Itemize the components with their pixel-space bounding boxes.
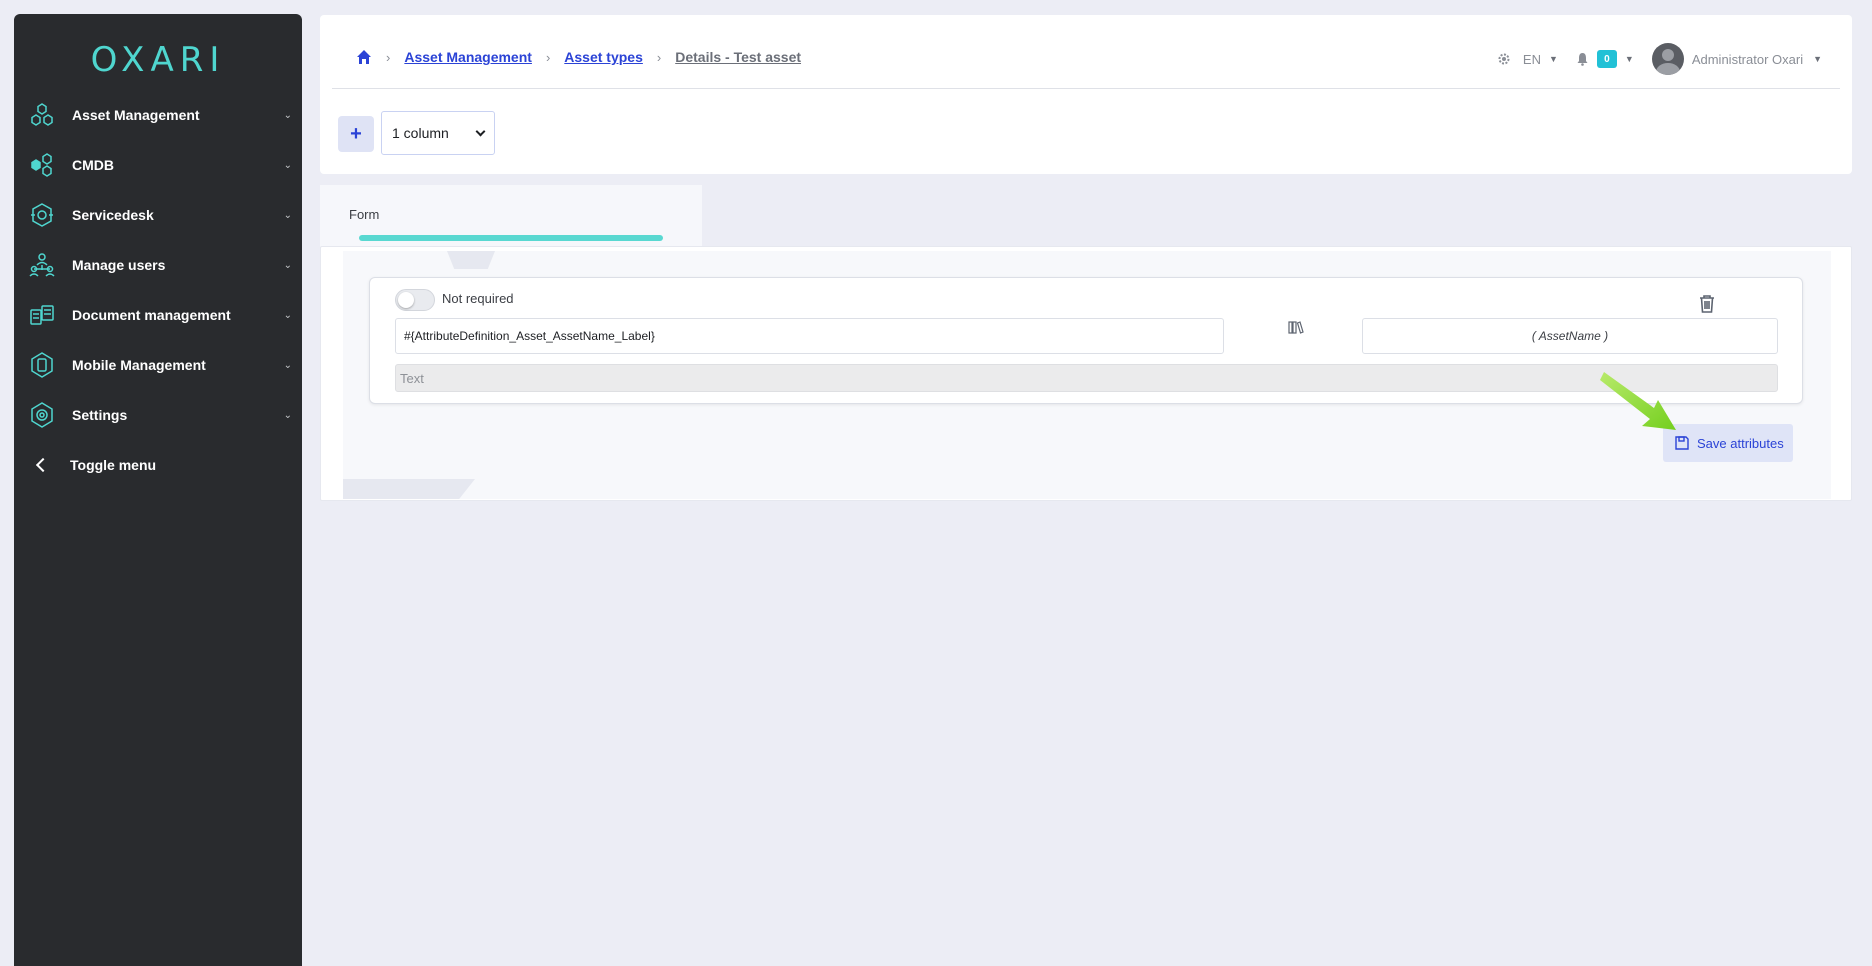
required-toggle-label: Not required (442, 291, 514, 306)
bell-icon[interactable] (1576, 52, 1589, 66)
annotation-arrow-icon (1600, 372, 1676, 430)
floppy-disk-icon (1675, 436, 1689, 450)
servicedesk-icon (31, 203, 53, 227)
caret-down-icon[interactable]: ▼ (1813, 54, 1822, 64)
chevron-down-icon: ⌄ (283, 259, 292, 271)
toggle-menu-label: Toggle menu (70, 457, 157, 473)
sidebar-item-mobile-management[interactable]: Mobile Management ⌄ (14, 343, 302, 387)
oxari-logo: OXARI (90, 40, 226, 80)
attribute-type-field[interactable]: Text (395, 364, 1778, 392)
breadcrumb-current[interactable]: Details - Test asset (675, 49, 801, 65)
chevron-down-icon: ⌄ (283, 309, 292, 321)
chevron-down-icon: ⌄ (283, 109, 292, 121)
mobile-hex-icon (31, 352, 53, 378)
sidebar-item-settings[interactable]: Settings ⌄ (14, 393, 302, 437)
breadcrumb-asset-types[interactable]: Asset types (564, 49, 643, 65)
user-name[interactable]: Administrator Oxari (1692, 52, 1803, 67)
sidebar-item-label: Document management (72, 307, 231, 323)
toggle-menu-button[interactable]: Toggle menu (14, 443, 302, 487)
decorative-shape (447, 251, 495, 269)
sidebar-item-label: Manage users (72, 257, 166, 273)
add-button[interactable]: + (338, 116, 374, 152)
chevron-left-icon (35, 457, 51, 473)
required-toggle[interactable] (395, 289, 435, 311)
sidebar-item-document-management[interactable]: Document management ⌄ (14, 293, 302, 337)
chevron-down-icon: ⌄ (283, 409, 292, 421)
sidebar-item-label: Servicedesk (72, 207, 154, 223)
notification-count-badge[interactable]: 0 (1596, 50, 1617, 68)
columns-select[interactable]: 1 column (381, 111, 495, 155)
documents-icon (30, 305, 54, 325)
breadcrumb-separator: › (386, 49, 391, 65)
columns-select-value: 1 column (392, 125, 449, 141)
users-tree-icon (29, 253, 55, 277)
avatar[interactable] (1651, 43, 1684, 75)
breadcrumb: › Asset Management › Asset types › Detai… (356, 49, 801, 65)
header-toolbar: EN ▼ 0 ▼ Administrator Oxari ▼ (1497, 43, 1822, 75)
sidebar-item-asset-management[interactable]: Asset Management ⌄ (14, 93, 302, 137)
sidebar-item-label: Asset Management (72, 107, 200, 123)
gear-icon[interactable] (1497, 52, 1511, 66)
tab-form[interactable]: Form (320, 185, 702, 247)
breadcrumb-separator: › (656, 49, 662, 65)
chevron-down-icon: ⌄ (283, 359, 292, 371)
home-icon[interactable] (356, 49, 372, 65)
caret-down-icon[interactable]: ▼ (1625, 54, 1634, 64)
hexagon-cluster-icon (31, 103, 53, 126)
settings-gear-icon (31, 402, 53, 428)
sidebar-item-label: Settings (72, 407, 128, 423)
breadcrumb-separator: › (545, 49, 551, 65)
tab-active-indicator (359, 235, 663, 241)
header-card: › Asset Management › Asset types › Detai… (320, 15, 1852, 174)
breadcrumb-asset-management[interactable]: Asset Management (404, 49, 532, 65)
caret-down-icon[interactable]: ▼ (1549, 54, 1558, 64)
header-divider (332, 88, 1840, 89)
language-selector[interactable]: EN (1523, 52, 1541, 67)
save-attributes-label: Save attributes (1697, 435, 1784, 451)
attribute-label-input[interactable]: #{AttributeDefinition_Asset_AssetName_La… (395, 318, 1224, 354)
sidebar: OXARI Asset Management ⌄ CMDB ⌄ Serviced… (14, 14, 302, 966)
chevron-down-icon: ⌄ (283, 159, 292, 171)
sidebar-item-cmdb[interactable]: CMDB ⌄ (14, 143, 302, 187)
trash-icon[interactable] (1698, 294, 1716, 314)
sidebar-item-servicedesk[interactable]: Servicedesk ⌄ (14, 193, 302, 237)
sidebar-item-label: CMDB (72, 157, 114, 173)
cmdb-hex-icon (31, 153, 52, 177)
tab-form-label: Form (349, 207, 380, 222)
library-books-icon[interactable] (1288, 320, 1304, 334)
attribute-name-input[interactable]: ( AssetName ) (1362, 318, 1778, 354)
decorative-shape (343, 479, 475, 499)
chevron-down-icon: ⌄ (283, 209, 292, 221)
attribute-card: Not required #{AttributeDefinition_Asset… (369, 277, 1803, 404)
sidebar-item-label: Mobile Management (72, 357, 206, 373)
chevron-down-icon (475, 126, 486, 137)
sidebar-item-manage-users[interactable]: Manage users ⌄ (14, 243, 302, 287)
